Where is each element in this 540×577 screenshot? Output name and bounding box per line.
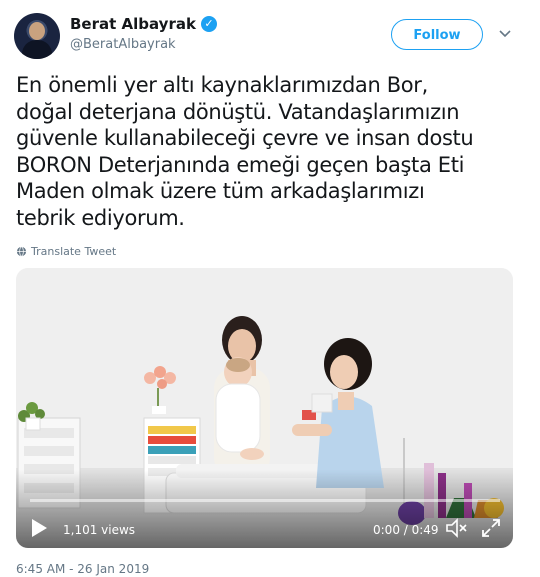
view-count: 1,101 views bbox=[63, 523, 136, 537]
tweet-text: En önemli yer altı kaynaklarımızdan Bor,… bbox=[16, 72, 526, 231]
video-time: 0:00 / 0:49 bbox=[373, 523, 439, 537]
handle[interactable]: @BeratAlbayrak bbox=[70, 37, 176, 52]
video-progress-bar[interactable] bbox=[30, 499, 500, 502]
tweet-text-line: güvenle kullanabileceği çevre ve insan d… bbox=[16, 126, 474, 150]
video-frame bbox=[16, 268, 513, 548]
tweet-text-line: doğal deterjana dönüştü. Vatandaşlarımız… bbox=[16, 99, 460, 124]
tweet-text-line: tebrik ediyorum. bbox=[16, 205, 185, 230]
avatar[interactable] bbox=[14, 13, 60, 59]
display-name[interactable]: Berat Albayrak bbox=[70, 15, 196, 33]
tweet-text-line: Maden olmak üzere tüm arkadaşlarımızı bbox=[16, 179, 425, 203]
translate-tweet-link[interactable]: Translate Tweet bbox=[16, 245, 116, 258]
globe-icon bbox=[16, 246, 27, 257]
tweet-text-line: BORON Deterjanında emeği geçen başta Eti bbox=[16, 152, 465, 177]
chevron-down-icon[interactable] bbox=[498, 27, 512, 41]
verified-badge-icon: ✓ bbox=[200, 16, 217, 32]
tweet-timestamp[interactable]: 6:45 AM - 26 Jan 2019 bbox=[16, 562, 149, 576]
video-player[interactable] bbox=[16, 268, 513, 548]
tweet-text-line: En önemli yer altı kaynaklarımızdan Bor, bbox=[16, 73, 428, 97]
avatar-head bbox=[29, 22, 45, 40]
volume-muted-icon[interactable] bbox=[446, 518, 468, 538]
fullscreen-icon[interactable] bbox=[482, 519, 500, 537]
author-name-row[interactable]: Berat Albayrak ✓ bbox=[70, 15, 217, 33]
translate-label[interactable]: Translate Tweet bbox=[31, 245, 116, 258]
follow-button[interactable]: Follow bbox=[391, 19, 483, 50]
play-icon[interactable] bbox=[30, 518, 48, 538]
avatar-body bbox=[22, 40, 52, 59]
